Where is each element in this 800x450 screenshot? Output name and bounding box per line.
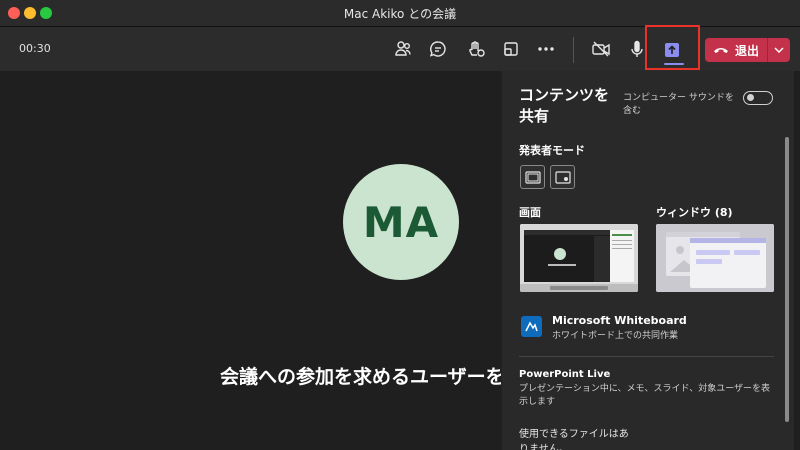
rooms-icon[interactable] (499, 37, 523, 61)
chat-icon[interactable] (426, 37, 450, 61)
presenter-mode-standout-button[interactable] (550, 165, 575, 189)
powerpoint-live-title: PowerPoint Live (519, 369, 611, 380)
window-share-thumbnail[interactable] (656, 224, 774, 292)
panel-scrollbar[interactable] (785, 137, 789, 422)
share-content-panel: コンテンツを共有 コンピューター サウンドを含む 発表者モード 画面 ウィンドウ… (501, 71, 794, 450)
reactions-icon[interactable] (464, 37, 488, 61)
people-icon[interactable] (391, 37, 415, 61)
share-highlight-box (645, 25, 700, 70)
panel-divider (519, 356, 774, 357)
window-label: ウィンドウ (8) (656, 206, 733, 219)
whiteboard-icon[interactable] (521, 316, 542, 337)
computer-sound-toggle[interactable] (743, 91, 773, 105)
whiteboard-subtitle: ホワイトボード上での共同作業 (552, 331, 679, 341)
camera-off-icon[interactable] (589, 37, 613, 61)
screen-label: 画面 (519, 206, 541, 219)
presenter-mode-content-only-button[interactable] (520, 165, 545, 189)
meeting-timer: 00:30 (19, 42, 51, 55)
window-title: Mac Akiko との会議 (343, 7, 457, 21)
panel-title: コンテンツを共有 (519, 86, 610, 125)
no-files-message: 使用できるファイルはありません。 (519, 429, 629, 450)
chevron-down-icon (774, 47, 784, 53)
leave-button[interactable]: 退出 (705, 38, 767, 62)
window-title-bar: Mac Akiko との会議 (0, 0, 800, 27)
standout-icon (554, 170, 571, 184)
more-icon[interactable] (534, 37, 558, 61)
screen-share-thumbnail[interactable] (520, 224, 638, 292)
phone-icon (713, 48, 728, 53)
toolbar-divider (573, 37, 574, 63)
avatar: MA (343, 164, 459, 280)
powerpoint-live-description: プレゼンテーション中に、メモ、スライド、対象ユーザーを表示します (519, 384, 771, 407)
whiteboard-title[interactable]: Microsoft Whiteboard (552, 314, 687, 327)
leave-options-button[interactable] (767, 38, 790, 62)
content-only-icon (524, 170, 541, 184)
toggle-knob (747, 94, 754, 101)
presenter-mode-label: 発表者モード (519, 144, 585, 157)
invite-message: 会議への参加を求めるユーザーを招 (220, 366, 510, 388)
leave-label: 退出 (734, 43, 759, 58)
computer-sound-label: コンピューター サウンドを含む (623, 93, 734, 116)
